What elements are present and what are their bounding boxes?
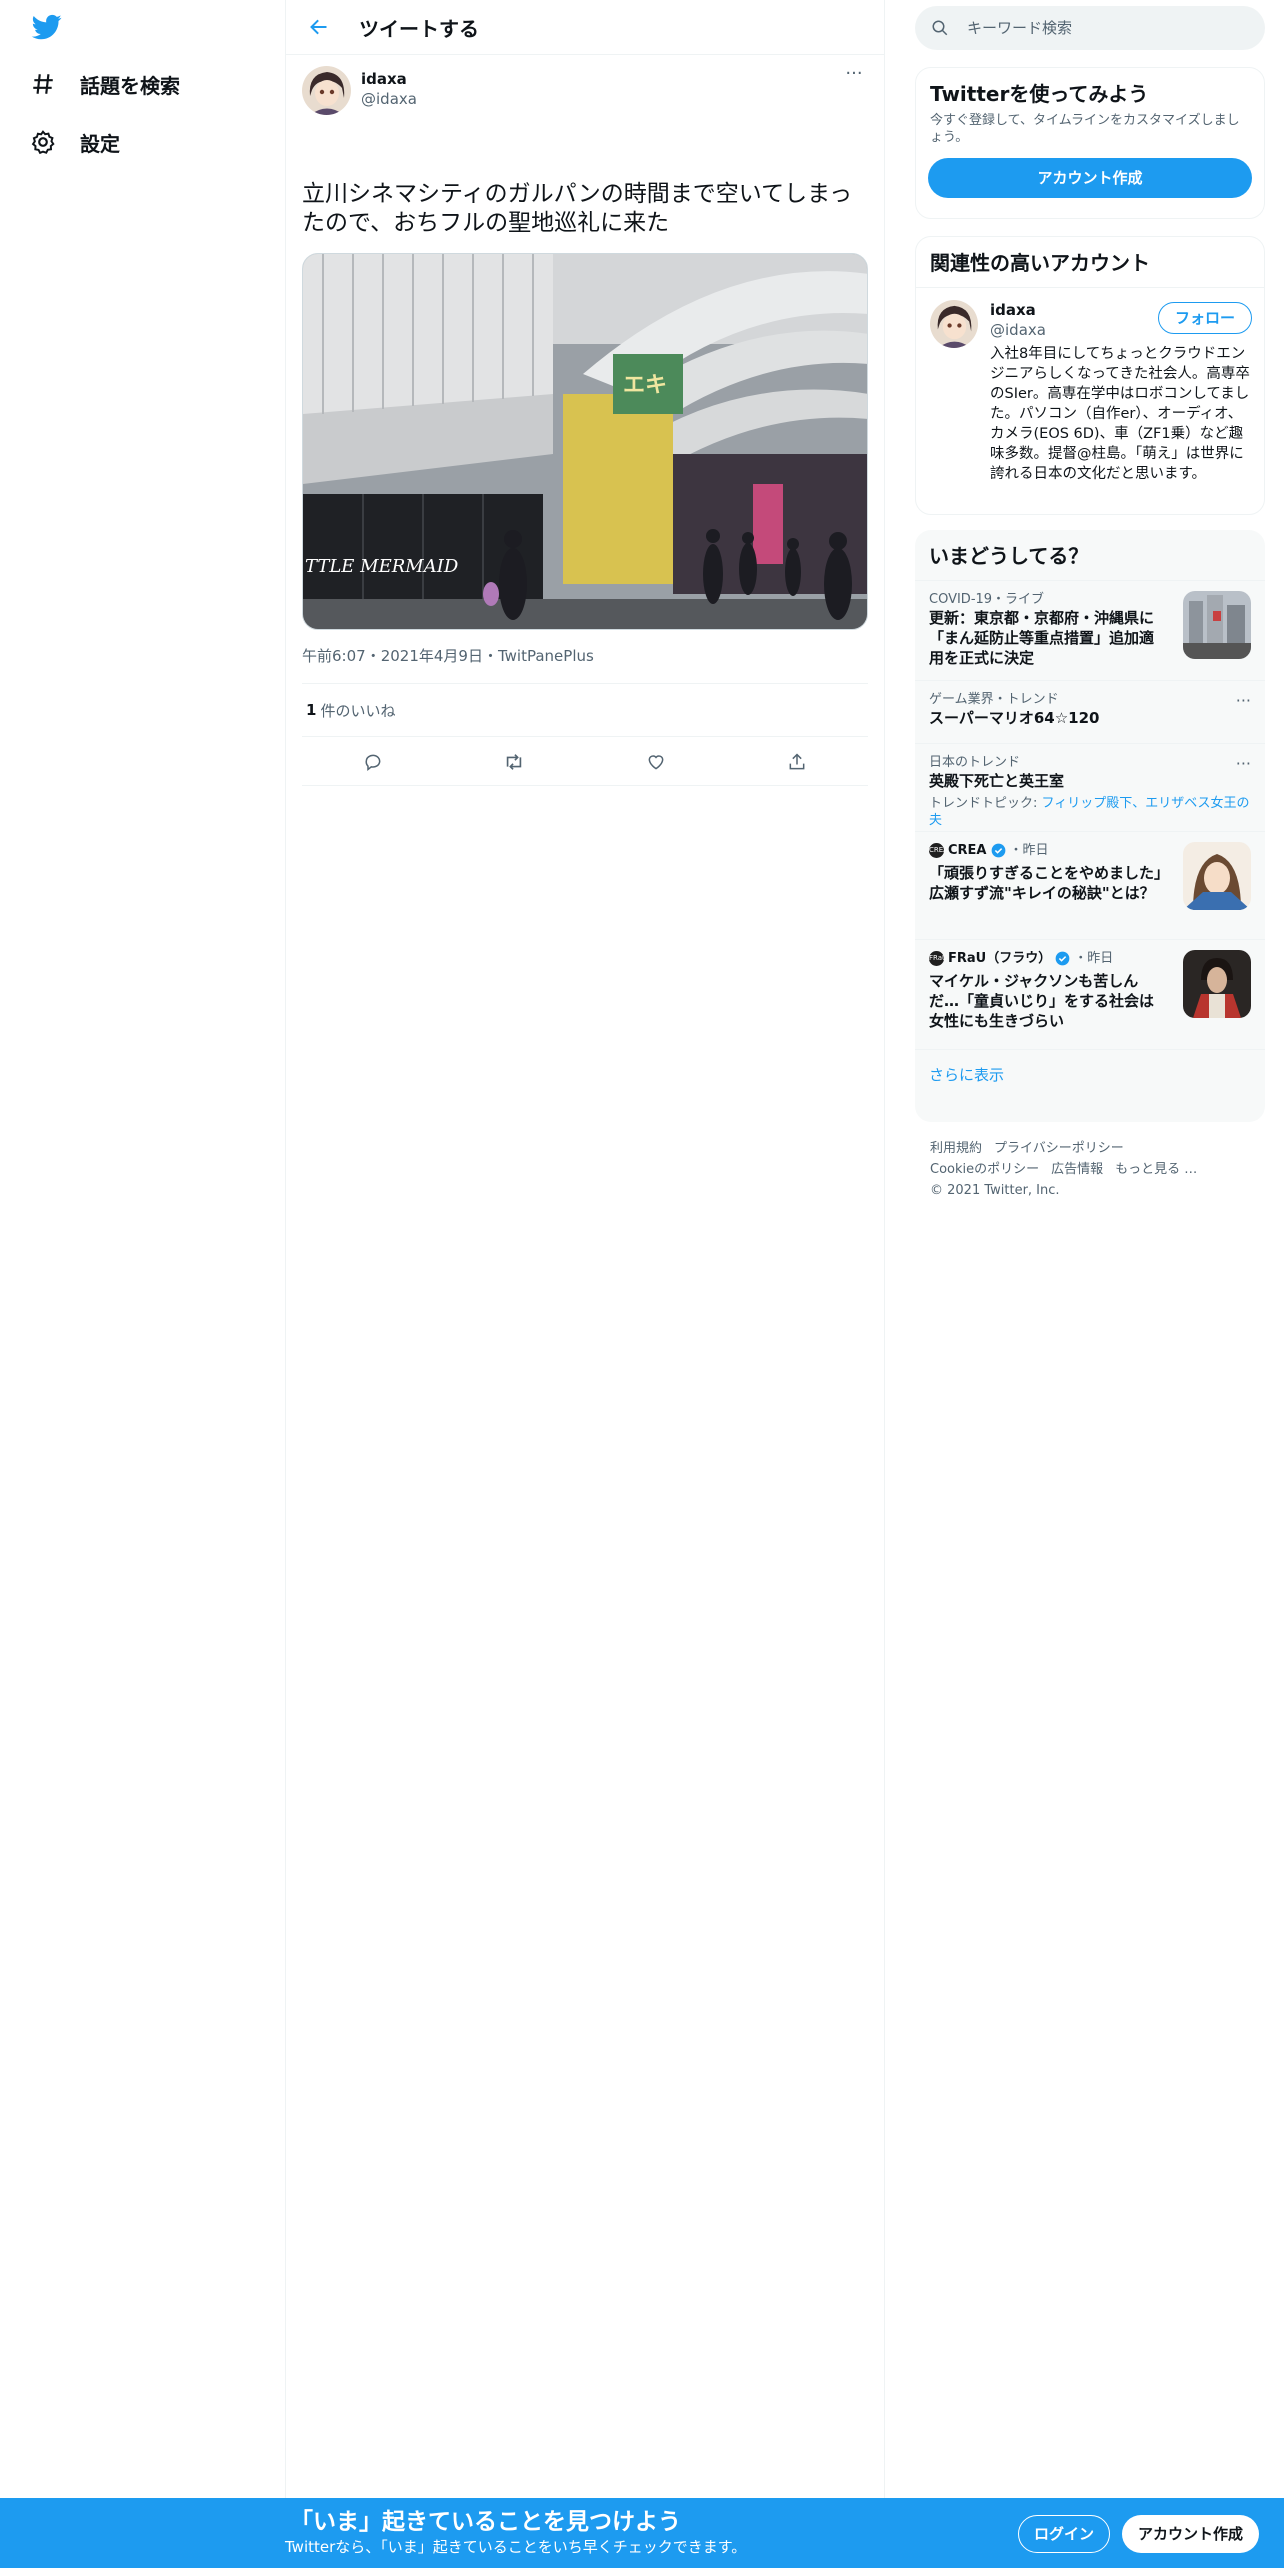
reply-button[interactable] xyxy=(355,744,391,780)
news-thumbnail xyxy=(1183,950,1251,1018)
footer-link[interactable]: もっと見る … xyxy=(1115,1162,1197,1177)
news-thumbnail xyxy=(1183,842,1251,910)
tweet-actions xyxy=(302,738,868,786)
share-icon xyxy=(789,752,805,769)
footer-links: 利用規約 プライバシーポリシー Cookieのポリシー 広告情報 もっと見る … © … xyxy=(930,1138,1260,1201)
like-icon xyxy=(648,754,664,770)
copyright: © 2021 Twitter, Inc. xyxy=(930,1183,1060,1198)
like-button[interactable] xyxy=(638,744,674,780)
sidebar-item-label: 設定 xyxy=(80,131,120,156)
footer-link[interactable]: 広告情報 xyxy=(1051,1162,1103,1177)
more-dots-icon[interactable]: ··· xyxy=(1236,754,1251,773)
sidebar-item-explore[interactable]: 話題を検索 xyxy=(30,62,180,106)
retweet-button[interactable] xyxy=(496,744,532,780)
gear-icon xyxy=(31,130,55,155)
hashtag-icon xyxy=(33,74,53,94)
footer-link[interactable]: Cookieのポリシー xyxy=(930,1162,1039,1177)
meta-separator: ・ xyxy=(482,647,498,665)
search-icon xyxy=(932,20,948,36)
photo-sign-text: TTLE MERMAID xyxy=(305,556,459,577)
news-source-icon: CREA xyxy=(929,843,948,858)
news-title: マイケル・ジャクソンも苦しんだ…「童貞いじり」をする社会は女性にも生きづらい xyxy=(929,972,1155,1030)
news-time: ・昨日 xyxy=(1009,843,1049,858)
search-input[interactable] xyxy=(967,19,1247,37)
login-button[interactable]: ログイン xyxy=(1018,2515,1110,2553)
create-account-button[interactable]: アカウント作成 xyxy=(928,158,1252,198)
related-account[interactable]: idaxa @idaxa 入社8年目にしてちょっとクラウドエンジニアらしくなって… xyxy=(916,287,1264,498)
retweet-icon xyxy=(507,753,522,770)
follow-button[interactable]: フォロー xyxy=(1157,302,1252,334)
more-dots-icon[interactable]: ··· xyxy=(840,65,868,91)
author-name[interactable]: idaxa xyxy=(361,69,417,89)
arrow-left-icon xyxy=(310,19,327,35)
trend-topics: トレンドトピック: フィリップ殿下、エリザベス女王の夫 xyxy=(929,795,1251,829)
signup-card-subtitle: 今すぐ登録して、タイムラインをカスタマイズしましょう。 xyxy=(930,113,1240,145)
trend-title: 英殿下死亡と英王室 xyxy=(929,772,1065,790)
sidebar-item-settings[interactable]: 設定 xyxy=(30,120,120,164)
tweet-text: 立川シネマシティのガルパンの時間まで空いてしまったので、おちフルの聖地巡礼に来た xyxy=(302,181,853,236)
tweet-author[interactable]: idaxa @idaxa xyxy=(302,66,417,115)
trend-item[interactable]: COVID-19・ライブ 更新：東京都・京都府・沖縄県に「まん延防止等重点措置」… xyxy=(915,580,1265,680)
meta-separator: ・ xyxy=(365,647,381,665)
avatar[interactable] xyxy=(930,300,978,348)
tweet-meta: 午前6:07・2021年4月9日・TwitPanePlus xyxy=(302,645,594,666)
related-account-bio: 入社8年目にしてちょっとクラウドエンジニアらしくなってきた社会人。高専卒のSIe… xyxy=(990,346,1250,482)
trend-item[interactable]: 日本のトレンド 英殿下死亡と英王室 トレンドトピック: フィリップ殿下、エリザベ… xyxy=(915,743,1265,831)
footer-link[interactable]: プライバシーポリシー xyxy=(994,1141,1124,1156)
related-accounts-card: 関連性の高いアカウント idaxa @idaxa 入社8年目にしてちょっとクラウ… xyxy=(915,236,1265,515)
related-card-title: 関連性の高いアカウント xyxy=(930,251,1150,275)
search-box[interactable] xyxy=(915,6,1265,50)
signup-card-title: Twitterを使ってみよう xyxy=(930,82,1149,106)
news-item[interactable]: CREA CREA ・昨日 「頑張りすぎることをやめました」 広瀬すず流"キレイ… xyxy=(915,831,1265,939)
trend-meta: ゲーム業界・トレンド xyxy=(929,692,1059,707)
station-photo: エキ TTLE MERMAID xyxy=(303,254,867,629)
tweet-time[interactable]: 午前6:07 xyxy=(302,647,366,665)
footer-link[interactable]: 利用規約 xyxy=(930,1141,982,1156)
trend-title: スーパーマリオ64☆120 xyxy=(929,709,1100,727)
trend-thumbnail xyxy=(1183,591,1251,659)
likes-label: 件のいいね xyxy=(320,701,396,720)
trend-meta: 日本のトレンド xyxy=(929,755,1021,770)
likes-count: 1 xyxy=(306,701,317,719)
news-source-name: CREA xyxy=(948,843,987,858)
trend-topics-prefix: トレンドトピック: xyxy=(929,796,1042,811)
column-header: ツイートする xyxy=(286,0,884,55)
bottom-bar-title: 「いま」起きていることを見つけよう xyxy=(290,2509,681,2535)
sidebar-item-label: 話題を検索 xyxy=(80,73,180,98)
news-title: 「頑張りすぎることをやめました」 広瀬すず流"キレイの秘訣"とは？ xyxy=(929,864,1177,902)
share-button[interactable] xyxy=(779,744,815,780)
news-source-icon: FRaU xyxy=(929,951,947,966)
bottom-signup-bar: 「いま」起きていることを見つけよう Twitterなら、「いま」起きていることを… xyxy=(0,2498,1284,2568)
tweet-photo[interactable]: エキ TTLE MERMAID xyxy=(302,253,868,630)
back-button[interactable] xyxy=(306,14,332,40)
page-title: ツイートする xyxy=(359,16,479,41)
twitter-bird-icon[interactable] xyxy=(30,12,64,42)
tweet-column: ツイートする idaxa @idaxa ··· 立川シネマシティのガルパンの時間… xyxy=(285,0,885,2500)
tweet-source[interactable]: TwitPanePlus xyxy=(498,647,594,665)
avatar[interactable] xyxy=(302,66,351,115)
trend-item[interactable]: ゲーム業界・トレンド スーパーマリオ64☆120 ··· xyxy=(915,680,1265,743)
more-dots-icon[interactable]: ··· xyxy=(1236,691,1251,710)
news-item[interactable]: FRaU FRaU（フラウ） ・昨日 マイケル・ジャクソンも苦しんだ…「童貞いじ… xyxy=(915,939,1265,1049)
svg-text:エキ: エキ xyxy=(623,373,667,398)
show-more-link[interactable]: さらに表示 xyxy=(915,1049,1265,1099)
signup-button[interactable]: アカウント作成 xyxy=(1122,2515,1259,2553)
news-time: ・昨日 xyxy=(1074,951,1114,966)
news-source-name: FRaU（フラウ） xyxy=(948,951,1052,966)
bottom-bar-subtitle: Twitterなら、「いま」起きていることをいち早くチェックできます。 xyxy=(285,2538,747,2556)
trend-title: 更新：東京都・京都府・沖縄県に「まん延防止等重点措置」追加適用を正式に決定 xyxy=(929,609,1155,667)
tweet-date[interactable]: 2021年4月9日 xyxy=(381,647,483,665)
trends-card-title: いまどうしてる？ xyxy=(929,544,1089,568)
signup-card: Twitterを使ってみよう 今すぐ登録して、タイムラインをカスタマイズしましょ… xyxy=(915,67,1265,219)
likes-row[interactable]: 1 件のいいね xyxy=(302,683,868,737)
verified-badge-icon xyxy=(991,843,1005,858)
verified-badge-icon xyxy=(1055,951,1070,966)
author-handle[interactable]: @idaxa xyxy=(361,89,417,109)
reply-icon xyxy=(365,754,381,771)
trends-card: いまどうしてる？ COVID-19・ライブ 更新：東京都・京都府・沖縄県に「まん… xyxy=(915,530,1265,1122)
left-sidebar: 話題を検索 設定 xyxy=(0,0,285,2568)
